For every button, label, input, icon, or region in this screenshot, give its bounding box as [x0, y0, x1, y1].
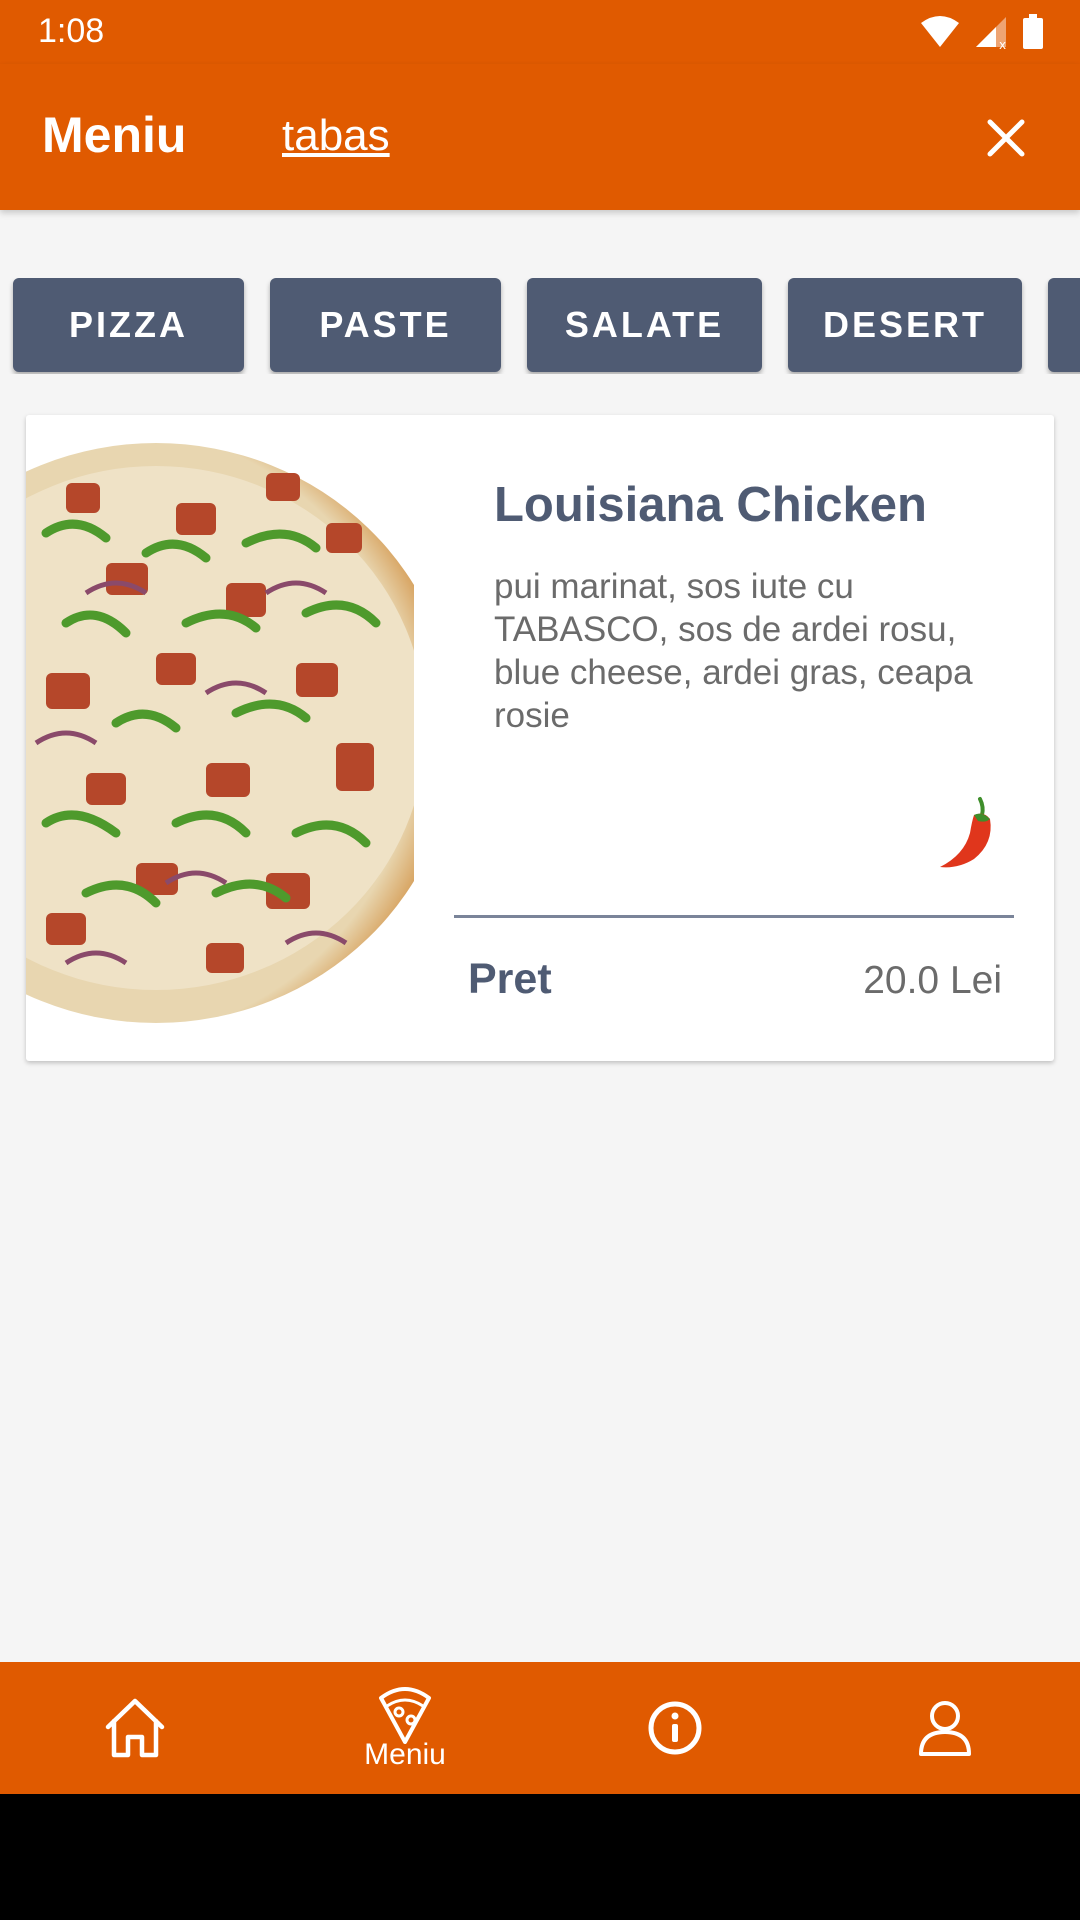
dish-description: pui marinat, sos iute cu TABASCO, sos de… — [494, 567, 973, 735]
category-paste[interactable]: PASTE — [270, 278, 501, 372]
status-bar: 1:08 x — [0, 0, 1080, 64]
category-salate[interactable]: SALATE — [527, 278, 762, 372]
svg-text:x: x — [999, 38, 1006, 49]
signal-icon: x — [976, 17, 1006, 49]
category-pizza[interactable]: PIZZA — [13, 278, 244, 372]
home-icon — [105, 1698, 165, 1758]
info-icon — [648, 1701, 702, 1755]
price-value: 20.0 Lei — [863, 959, 1002, 1002]
nav-home[interactable] — [0, 1662, 270, 1794]
search-input[interactable] — [282, 108, 902, 164]
category-label: PIZZA — [69, 304, 188, 345]
system-navigation-bar — [0, 1794, 1080, 1920]
close-icon[interactable] — [980, 112, 1032, 164]
category-label: PASTE — [319, 304, 452, 345]
category-label: SALATE — [564, 304, 725, 345]
price-label: Pret — [468, 955, 552, 1003]
pizza-image — [26, 443, 414, 1023]
category-bar: PIZZA PASTE SALATE DESERT — [0, 278, 1080, 374]
page-title: Meniu — [42, 107, 187, 163]
bottom-navigation: Meniu — [0, 1662, 1080, 1794]
user-icon — [919, 1701, 971, 1756]
card-divider — [454, 915, 1014, 918]
category-desert[interactable]: DESERT — [788, 278, 1022, 372]
category-label: DESERT — [822, 304, 988, 345]
nav-profile[interactable] — [810, 1662, 1080, 1794]
wifi-icon — [921, 16, 959, 47]
chili-pepper-icon — [940, 797, 991, 868]
category-more[interactable] — [1048, 278, 1080, 372]
nav-info[interactable] — [540, 1662, 810, 1794]
status-time: 1:08 — [38, 12, 105, 50]
pizza-slice-icon — [379, 1687, 431, 1744]
app-toolbar: Meniu — [0, 64, 1080, 210]
nav-menu-label: Meniu — [364, 1738, 446, 1771]
nav-menu[interactable]: Meniu — [270, 1662, 540, 1794]
battery-icon — [1023, 14, 1043, 49]
dish-name: Louisiana Chicken — [494, 478, 927, 532]
menu-item-card[interactable]: Louisiana Chicken pui marinat, sos iute … — [26, 415, 1054, 1061]
